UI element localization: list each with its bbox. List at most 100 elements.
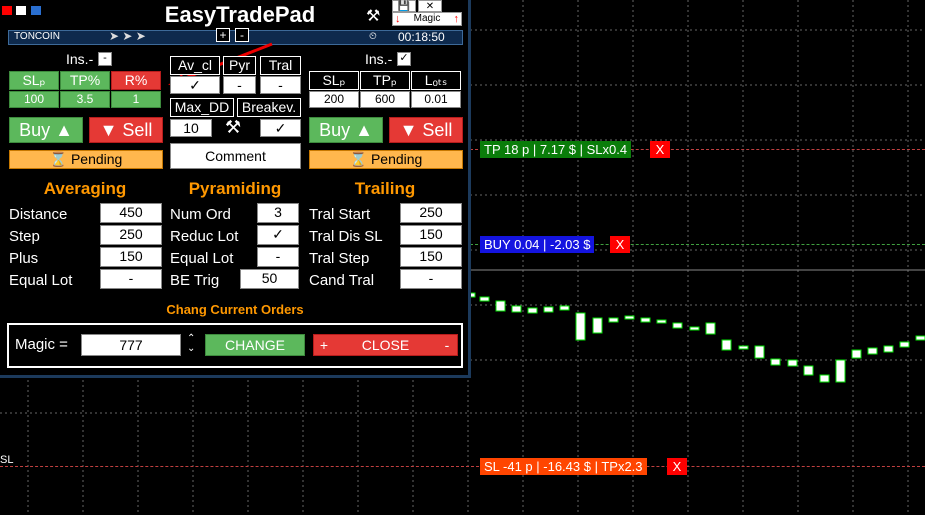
close-button[interactable]: + CLOSE - (313, 334, 458, 356)
pyramiding-label: BE Trig (170, 272, 220, 289)
candle (689, 326, 700, 331)
candle (867, 347, 878, 355)
hourglass-icon: ⌛ (49, 151, 68, 167)
av-close-checkbox[interactable]: ✓ (170, 76, 220, 94)
candle (770, 358, 781, 366)
sl-points-header-right[interactable]: SLₚ (309, 71, 359, 90)
trade-panel: EasyTradePad ⚒ 💾 ✕ ↓ Magic ↑ TONCOIN ➤ ➤… (0, 0, 471, 378)
tp-points-header-right[interactable]: TPₚ (360, 71, 410, 90)
trailing-input[interactable]: 150 (400, 225, 462, 245)
candle (479, 296, 490, 302)
pyramiding-checkbox[interactable]: - (223, 76, 256, 94)
magic-input[interactable]: 777 (81, 334, 181, 356)
tp-percent-header[interactable]: TP% (60, 71, 110, 90)
magic-toggle[interactable]: ↓ Magic ↑ (392, 12, 462, 26)
trailing-heading: Trailing (354, 179, 416, 198)
pending-button-right[interactable]: ⌛ Pending (309, 150, 463, 169)
app-title: EasyTradePad (164, 2, 316, 27)
pyramiding-header[interactable]: Pyr (223, 56, 256, 75)
trailing-input[interactable]: 150 (400, 247, 462, 267)
toolbox-icon[interactable]: ⚒ (366, 6, 380, 26)
averaging-label: Step (9, 228, 40, 245)
server-time: 00:18:50 (398, 30, 445, 44)
close-minus-button[interactable]: - (437, 335, 457, 355)
trailing-checkbox[interactable]: - (260, 76, 301, 94)
candle (495, 300, 506, 312)
lots-header-right[interactable]: Lₒₜₛ (411, 71, 461, 90)
pyramiding-label: Equal Lot (170, 250, 234, 267)
comment-input[interactable]: Comment (170, 143, 301, 169)
symbol-name[interactable]: TONCOIN (14, 31, 60, 42)
magic-spinner-icon[interactable]: ⌃ ⌄ (187, 334, 195, 354)
tp-tag[interactable]: TP 18 p | 7.17 $ | SLx0.4 (480, 141, 632, 158)
right-ins-checkbox[interactable]: ✓ (397, 52, 411, 66)
down-triangle-icon: ▼ (399, 120, 418, 140)
breakeven-checkbox[interactable]: ✓ (260, 119, 301, 137)
pyramiding-label: Reduc Lot (170, 228, 239, 245)
candle (608, 317, 619, 323)
trailing-header[interactable]: Tral (260, 56, 301, 75)
candle (575, 312, 586, 341)
arrow-icons[interactable]: ➤ ➤ ➤ (109, 29, 146, 43)
trailing-label: Tral Dis SL (309, 228, 383, 245)
pyramiding-input[interactable]: 3 (257, 203, 299, 223)
tp-close-x[interactable]: X (650, 141, 670, 158)
candle (672, 322, 683, 329)
averaging-input[interactable]: 150 (100, 247, 162, 267)
pending-button-left[interactable]: ⌛ Pending (9, 150, 163, 169)
candle (819, 374, 830, 383)
av-close-header[interactable]: Av_cl (170, 56, 220, 75)
sl-close-x[interactable]: X (667, 458, 687, 475)
trailing-input[interactable]: 250 (400, 203, 462, 223)
close-icon[interactable]: ✕ (418, 0, 442, 12)
trailing-input[interactable]: - (400, 269, 462, 289)
max-dd-header: Max_DD (170, 98, 234, 117)
sl-points-value[interactable]: 100 (9, 91, 59, 108)
sl-line[interactable] (0, 466, 925, 467)
sell-button-right[interactable]: ▼ Sell (389, 117, 463, 143)
lots-input[interactable]: 0.01 (411, 91, 461, 108)
max-dd-input[interactable]: 10 (170, 119, 212, 137)
left-ins-checkbox[interactable]: - (98, 52, 112, 66)
change-orders-heading: Chang Current Orders (166, 302, 304, 317)
buy-button-left[interactable]: Buy ▲ (9, 117, 83, 143)
close-plus-button[interactable]: + (314, 335, 334, 355)
risk-percent-header[interactable]: R% (111, 71, 161, 90)
candle (705, 322, 716, 335)
pyramiding-label: Num Ord (170, 206, 231, 223)
candle (656, 319, 667, 324)
trailing-label: Tral Start (309, 206, 371, 223)
trailing-label: Cand Tral (309, 272, 375, 289)
sell-button-left[interactable]: ▼ Sell (89, 117, 163, 143)
save-icon[interactable]: 💾 (392, 0, 416, 12)
candle (543, 306, 554, 313)
up-triangle-icon: ▲ (355, 120, 373, 140)
candle (787, 359, 798, 367)
buy-close-x[interactable]: X (610, 236, 630, 253)
pyramiding-input[interactable]: ✓ (257, 225, 299, 245)
trailing-label: Tral Step (309, 250, 370, 267)
buy-tag[interactable]: BUY 0.04 | -2.03 $ (480, 236, 595, 253)
pyramiding-input[interactable]: 50 (240, 269, 299, 289)
candle (511, 305, 522, 313)
hourglass-icon: ⌛ (349, 151, 368, 167)
tools-icon[interactable]: ⚒ (225, 117, 241, 138)
risk-percent-value[interactable]: 1 (111, 91, 161, 108)
averaging-input[interactable]: 250 (100, 225, 162, 245)
averaging-input[interactable]: 450 (100, 203, 162, 223)
candle (754, 345, 765, 359)
sl-tag[interactable]: SL -41 p | -16.43 $ | TPx2.3 (480, 458, 647, 475)
sl-points-input[interactable]: 200 (309, 91, 359, 108)
averaging-label: Distance (9, 206, 68, 223)
tp-percent-value[interactable]: 3.5 (60, 91, 110, 108)
buy-button-right[interactable]: Buy ▲ (309, 117, 383, 143)
arrow-down-icon: ↓ (395, 13, 401, 25)
pyramiding-input[interactable]: - (257, 247, 299, 267)
change-button[interactable]: CHANGE (205, 334, 305, 356)
tp-points-input[interactable]: 600 (360, 91, 410, 108)
averaging-input[interactable]: - (100, 269, 162, 289)
sl-points-header[interactable]: SLₚ (9, 71, 59, 90)
candle (721, 339, 732, 351)
arrow-up-icon: ↑ (453, 13, 460, 25)
candle (915, 335, 925, 341)
